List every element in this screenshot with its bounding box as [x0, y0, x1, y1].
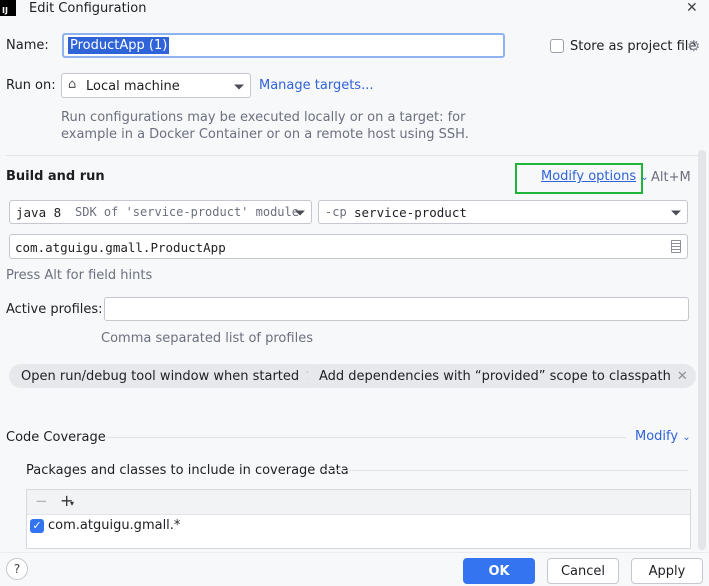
run-on-hint-2: example in a Docker Container or on a re… [61, 127, 469, 142]
classpath-flag: -cp [325, 205, 347, 219]
store-project-label[interactable]: Store as project file [570, 39, 696, 54]
scrollbar-thumb[interactable] [698, 150, 706, 550]
package-checkbox[interactable]: ✓ [30, 519, 44, 533]
build-run-title: Build and run [6, 169, 105, 184]
chip-open-tool-window[interactable]: Open run/debug tool window when started … [9, 364, 325, 388]
jdk-version: java 8 [16, 205, 62, 220]
jdk-select[interactable]: java 8 SDK of 'service-product' module [9, 200, 312, 224]
title-bar: IJ Edit Configuration ✕ [0, 0, 709, 20]
run-on-hint-1: Run configurations may be executed local… [61, 110, 466, 125]
active-profiles-label: Active profiles: [6, 302, 103, 317]
browse-class-icon[interactable] [671, 240, 681, 253]
packages-panel: − + ▾ ✓ com.atguigu.gmall.* [26, 489, 691, 549]
run-on-label: Run on: [6, 78, 56, 93]
chip-label: Open run/debug tool window when started [21, 368, 300, 384]
chevron-down-icon [234, 84, 244, 89]
packages-toolbar: − + ▾ [27, 490, 690, 515]
chevron-down-icon [295, 210, 305, 216]
coverage-divider [104, 437, 626, 438]
main-class-input[interactable]: com.atguigu.gmall.ProductApp [9, 234, 688, 259]
packages-title: Packages and classes to include in cover… [26, 463, 349, 478]
name-input-text: ProductApp (1) [68, 37, 170, 54]
run-on-value: Local machine [86, 79, 180, 94]
package-label: com.atguigu.gmall.* [48, 518, 181, 533]
code-coverage-title: Code Coverage [6, 430, 106, 445]
home-icon: ⌂ [68, 77, 77, 92]
jdk-description: SDK of 'service-product' module [75, 205, 299, 219]
app-icon: IJ [0, 0, 16, 16]
name-input[interactable]: ProductApp (1) [62, 33, 505, 58]
classpath-select[interactable]: -cp service-product [318, 200, 688, 224]
chip-provided-scope[interactable]: Add dependencies with “provided” scope t… [307, 364, 696, 388]
classpath-module: service-product [354, 205, 467, 220]
chevron-down-icon: ⌄ [682, 432, 691, 443]
close-icon[interactable]: ✕ [686, 0, 698, 16]
window-title: Edit Configuration [29, 1, 147, 16]
footer-divider [0, 552, 709, 553]
coverage-modify-label: Modify [635, 429, 679, 444]
modify-options-link[interactable]: Modify options ⌄ [541, 169, 649, 184]
coverage-modify-link[interactable]: Modify ⌄ [635, 429, 691, 444]
ok-button[interactable]: OK [463, 558, 535, 584]
gear-icon[interactable]: ⚙ [687, 37, 700, 55]
close-icon[interactable]: ✕ [677, 369, 688, 384]
main-class-value: com.atguigu.gmall.ProductApp [15, 240, 226, 255]
section-divider [6, 155, 699, 156]
minus-icon[interactable]: − [35, 492, 48, 510]
run-on-select[interactable]: ⌂ Local machine [61, 73, 251, 98]
cancel-button[interactable]: Cancel [547, 558, 619, 584]
active-profiles-hint: Comma separated list of profiles [101, 331, 313, 346]
manage-targets-link[interactable]: Manage targets... [259, 78, 373, 93]
chevron-down-icon: ▾ [70, 499, 75, 508]
chip-label: Add dependencies with “provided” scope t… [319, 368, 671, 384]
modify-options-shortcut: Alt+M [651, 170, 691, 185]
field-hint: Press Alt for field hints [6, 268, 153, 283]
store-project-checkbox[interactable] [550, 39, 564, 53]
chevron-down-icon: ⌄ [640, 172, 649, 183]
active-profiles-input[interactable] [104, 297, 689, 321]
help-button[interactable]: ? [6, 558, 28, 580]
packages-divider [322, 470, 688, 471]
apply-button[interactable]: Apply [631, 558, 703, 584]
name-label: Name: [6, 38, 49, 53]
modify-options-label: Modify options [541, 169, 637, 184]
chevron-down-icon [671, 210, 681, 216]
